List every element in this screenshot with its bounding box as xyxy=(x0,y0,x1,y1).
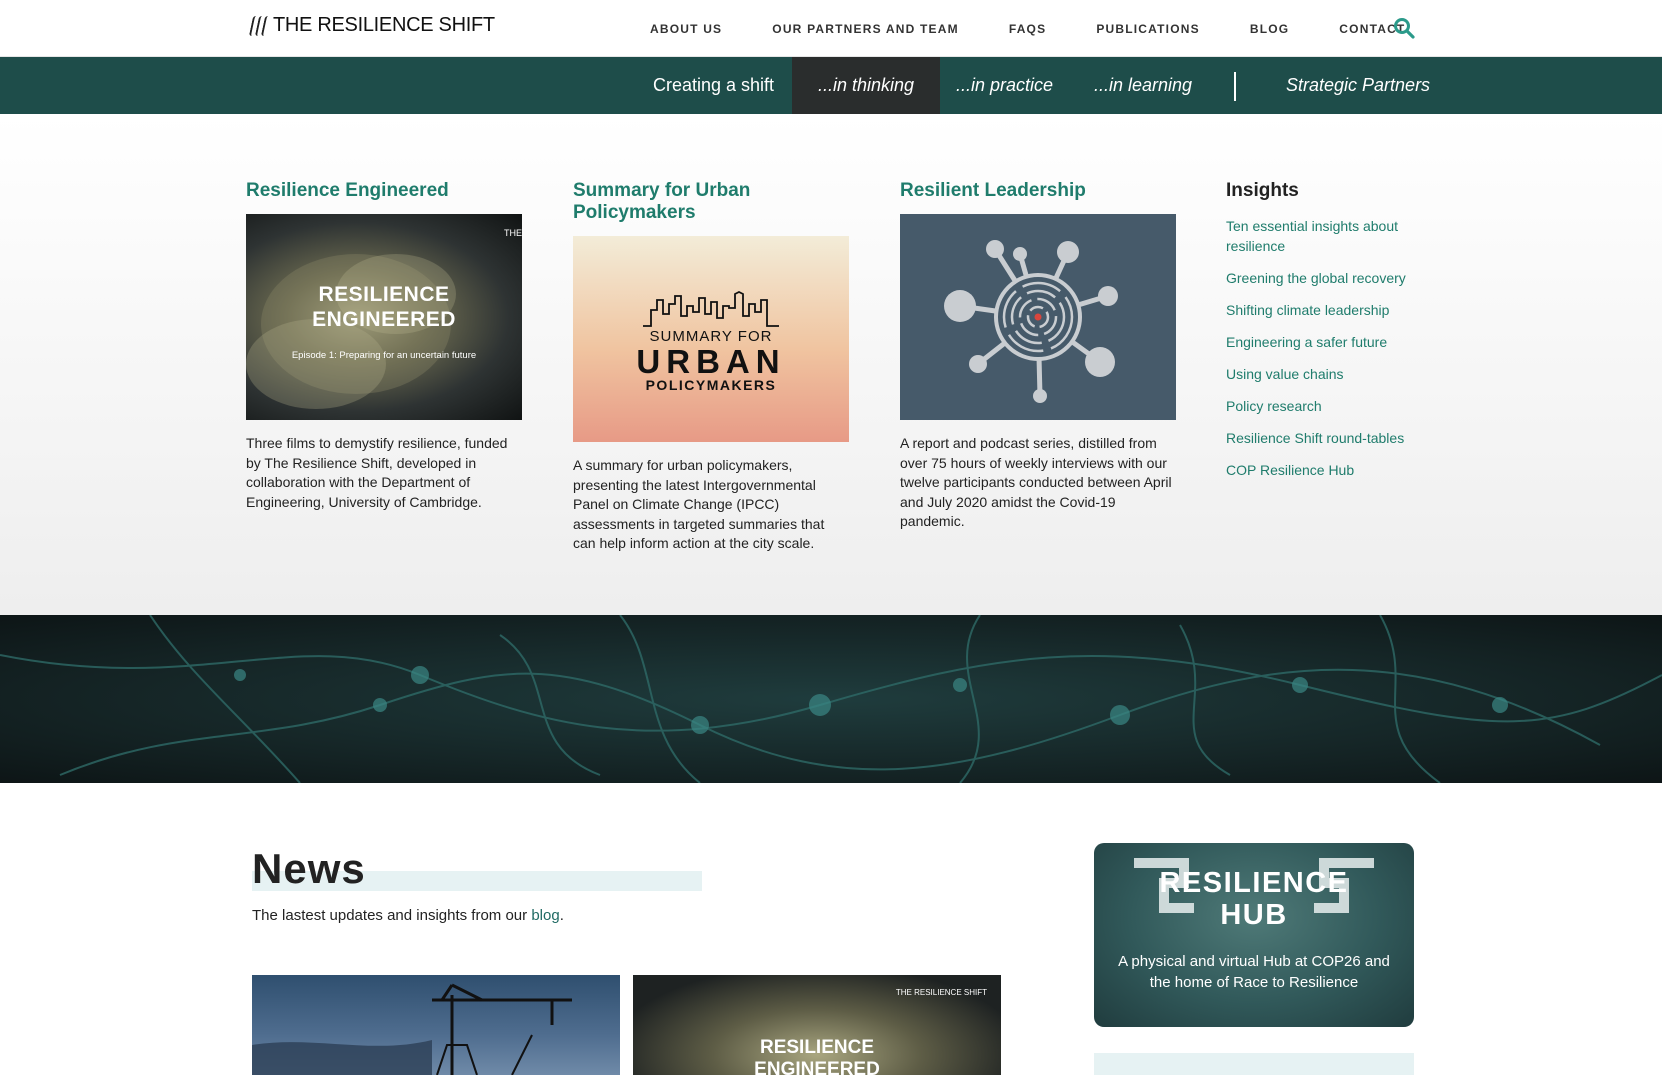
neuron-banner-image xyxy=(0,615,1662,783)
crane-silhouette xyxy=(252,983,572,1075)
menu-col-description: A report and podcast series, distilled f… xyxy=(900,435,1172,529)
sidebar-card-partial xyxy=(1094,1053,1414,1075)
hub-title: RESILIENCE HUB xyxy=(1159,867,1349,931)
menu-col-title[interactable]: Resilience Engineered xyxy=(246,180,522,202)
subnav-in-practice[interactable]: ...in practice xyxy=(956,57,1053,114)
menu-col-resilient-leadership: Resilient Leadership A report and podcas… xyxy=(900,180,1176,532)
insight-link[interactable]: COP Resilience Hub xyxy=(1226,460,1426,480)
resilience-hub-card[interactable]: RESILIENCE HUB A physical and virtual Hu… xyxy=(1094,843,1414,1027)
news-subtitle: The lastest updates and insights from ou… xyxy=(252,907,564,924)
nav-blog[interactable]: BLOG xyxy=(1250,22,1289,36)
site-logo[interactable]: THE RESILIENCE SHIFT xyxy=(248,14,495,37)
news-card-resilience-engineered-image[interactable]: THE RESILIENCE SHIFT RESILIENCE ENGINEER… xyxy=(633,975,1001,1075)
neuron-network-graphic xyxy=(0,615,1662,783)
subnav-divider xyxy=(1234,72,1236,101)
resilient-leadership-thumbnail[interactable] xyxy=(900,214,1176,420)
insights-list: Insights Ten essential insights about re… xyxy=(1226,180,1426,492)
nav-faqs[interactable]: FAQS xyxy=(1009,22,1046,36)
news-title: News xyxy=(252,845,366,892)
subnav-in-thinking[interactable]: ...in thinking xyxy=(792,57,941,114)
thumbnail-subtitle: Episode 1: Preparing for an uncertain fu… xyxy=(291,350,477,361)
menu-col-description: Three films to demystify resilience, fun… xyxy=(246,435,508,510)
subnav-in-learning[interactable]: ...in learning xyxy=(1094,57,1192,114)
thumbnail-line2: URBAN xyxy=(636,343,786,380)
logo-text: THE RESILIENCE SHIFT xyxy=(273,14,495,36)
menu-col-title[interactable]: Resilient Leadership xyxy=(900,180,1176,202)
menu-col-title[interactable]: Summary for Urban Policymakers xyxy=(573,180,849,224)
insight-link[interactable]: Shifting climate leadership xyxy=(1226,300,1426,320)
card-brand: THE RESILIENCE SHIFT xyxy=(895,988,987,997)
thumbnail-line3: POLICYMAKERS xyxy=(645,377,777,393)
urban-policymakers-thumbnail[interactable]: SUMMARY FOR URBAN POLICYMAKERS xyxy=(573,236,849,442)
nav-partners-team[interactable]: OUR PARTNERS AND TEAM xyxy=(772,22,959,36)
insights-title: Insights xyxy=(1226,180,1299,201)
thumbnail-brand: THE xyxy=(504,228,522,238)
resilience-engineered-thumbnail[interactable]: THE RESILIENCE ENGINEERED Episode 1: Pre… xyxy=(246,214,522,420)
section-subnav: Creating a shift ...in thinking ...in pr… xyxy=(0,57,1662,114)
city-skyline-icon xyxy=(643,290,779,327)
insight-link[interactable]: Policy research xyxy=(1226,396,1426,416)
blog-link[interactable]: blog xyxy=(531,907,559,924)
thumbnail-title: RESILIENCE ENGINEERED xyxy=(312,283,456,331)
nav-about-us[interactable]: ABOUT US xyxy=(650,22,722,36)
logo-mark-icon xyxy=(248,15,271,36)
insight-link[interactable]: Resilience Shift round-tables xyxy=(1226,428,1426,448)
top-navbar: THE RESILIENCE SHIFT ABOUT US OUR PARTNE… xyxy=(0,0,1662,57)
news-heading: News xyxy=(252,845,702,893)
subnav-strategic-partners[interactable]: Strategic Partners xyxy=(1286,57,1430,114)
insight-link[interactable]: Greening the global recovery xyxy=(1226,268,1426,288)
nav-publications[interactable]: PUBLICATIONS xyxy=(1096,22,1200,36)
menu-col-urban-policymakers: Summary for Urban Policymakers SUMMARY F… xyxy=(573,180,849,554)
main-nav: ABOUT US OUR PARTNERS AND TEAM FAQS PUBL… xyxy=(650,0,1455,57)
maze-virus-icon xyxy=(944,240,1118,403)
menu-col-resilience-engineered: Resilience Engineered THE RESILIENCE ENG… xyxy=(246,180,522,512)
card-title: RESILIENCE ENGINEERED xyxy=(754,1037,880,1075)
insight-link[interactable]: Engineering a safer future xyxy=(1226,332,1426,352)
hub-description: A physical and virtual Hub at COP26 and … xyxy=(1118,953,1390,991)
subnav-creating-a-shift[interactable]: Creating a shift xyxy=(653,57,774,114)
search-icon[interactable] xyxy=(1393,17,1415,39)
news-card-construction-image[interactable] xyxy=(252,975,620,1075)
mega-menu-panel: Resilience Engineered THE RESILIENCE ENG… xyxy=(0,114,1662,615)
menu-col-description: A summary for urban policymakers, presen… xyxy=(573,457,825,551)
insight-link[interactable]: Ten essential insights about resilience xyxy=(1226,216,1426,256)
insight-link[interactable]: Using value chains xyxy=(1226,364,1426,384)
